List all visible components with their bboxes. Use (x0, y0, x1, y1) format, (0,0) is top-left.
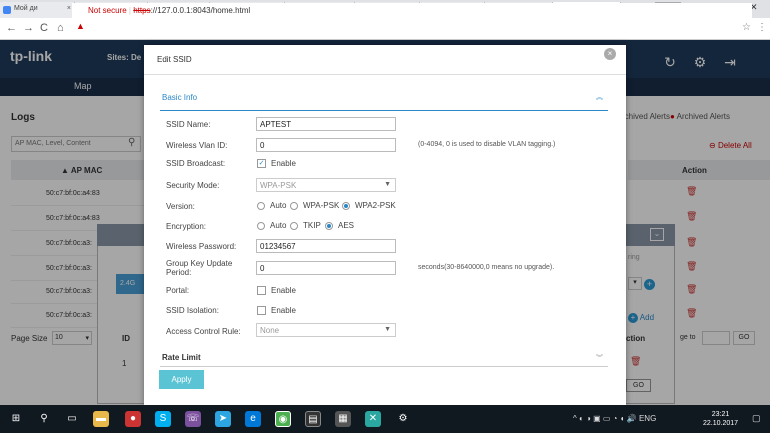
gku-input[interactable]: 0 (256, 261, 396, 275)
acr-select[interactable]: None ▼ (256, 323, 396, 337)
version-auto-radio[interactable] (257, 202, 265, 210)
vlan-input[interactable]: 0 (256, 138, 396, 152)
close-tab-icon[interactable]: × (67, 5, 71, 12)
password-label: Wireless Password: (166, 242, 237, 251)
vlan-hint: (0-4094, 0 is used to disable VLAN taggi… (418, 141, 556, 148)
search-icon[interactable]: ⚲ (36, 411, 52, 427)
isolation-checkbox[interactable] (257, 306, 266, 315)
star-icon[interactable]: ☆ (742, 22, 751, 33)
close-icon[interactable]: × (604, 48, 616, 60)
isolation-label: SSID Isolation: (166, 306, 219, 315)
security-mode-select[interactable]: WPA-PSK ▼ (256, 178, 396, 192)
ssid-name-label: SSID Name: (166, 120, 211, 129)
broadcast-enable-label: Enable (271, 159, 296, 168)
encryption-tkip-label: TKIP (303, 221, 321, 230)
terminal-icon[interactable]: ▤ (305, 411, 321, 427)
clock[interactable]: 23:21 22.10.2017 (703, 410, 738, 428)
portal-enable-label: Enable (271, 286, 296, 295)
warning-icon: ▲ (76, 21, 85, 31)
home-icon[interactable]: ⌂ (57, 22, 64, 34)
task-view-icon[interactable]: ▭ (64, 411, 80, 427)
portal-checkbox[interactable] (257, 286, 266, 295)
url-text: ://127.0.0.1:8043/home.html (150, 6, 251, 15)
chrome-icon[interactable]: ◉ (275, 411, 291, 427)
url-field[interactable]: Not secure | https://127.0.0.1:8043/home… (72, 3, 752, 19)
tab-favicon-icon (3, 6, 11, 14)
app-icon[interactable]: ⚙ (395, 411, 411, 427)
broadcast-checkbox[interactable]: ✓ (257, 159, 266, 168)
password-input[interactable]: 01234567 (256, 239, 396, 253)
version-wpa-psk-label: WPA-PSK (303, 201, 340, 210)
gku-hint: seconds(30-8640000,0 means no upgrade). (418, 264, 555, 271)
windows-start-icon[interactable]: ⊞ (8, 411, 24, 427)
skype-icon[interactable]: S (155, 411, 171, 427)
acr-value: None (260, 326, 280, 335)
section-divider (160, 110, 608, 111)
tab-title: Мой ди (14, 5, 38, 12)
language-indicator[interactable]: ENG (639, 414, 656, 423)
chevron-down-icon[interactable]: ︾ (596, 353, 603, 363)
portal-label: Portal: (166, 286, 190, 295)
chevron-down-icon: ▼ (384, 181, 391, 188)
clock-time: 23:21 (711, 411, 730, 418)
encryption-auto-radio[interactable] (257, 222, 265, 230)
section-basic-info[interactable]: Basic Info (162, 93, 197, 102)
version-wpa-psk-radio[interactable] (290, 202, 298, 210)
encryption-auto-label: Auto (270, 221, 287, 230)
system-tray: ^ ◐ ◑ ▣ ▭ ◔ ◖ 🔊 ENG (573, 414, 657, 423)
dialog-title: Edit SSID (157, 55, 192, 64)
clock-date: 22.10.2017 (703, 420, 739, 427)
encryption-aes-label: AES (338, 221, 355, 230)
forward-icon[interactable]: → (23, 22, 34, 34)
apply-button[interactable]: Apply (159, 370, 204, 389)
section-divider (160, 366, 608, 367)
security-mode-value: WPA-PSK (260, 181, 297, 190)
dialog-divider (144, 74, 626, 75)
encryption-aes-radio[interactable] (325, 222, 333, 230)
version-wpa2-psk-label: WPA2-PSK (355, 201, 396, 210)
security-mode-label: Security Mode: (166, 181, 220, 190)
vlan-label: Wireless Vlan ID: (166, 141, 228, 150)
notifications-icon[interactable]: ▢ (752, 413, 761, 424)
version-label: Version: (166, 202, 195, 211)
app-icon[interactable]: ● (125, 411, 141, 427)
address-bar (0, 18, 770, 40)
edit-ssid-dialog (144, 45, 626, 405)
viber-icon[interactable]: ☏ (185, 411, 201, 427)
gku-label-1: Group Key Update (166, 259, 233, 268)
reload-icon[interactable]: C (40, 22, 48, 34)
not-secure-label: Not secure (88, 6, 127, 15)
broadcast-label: SSID Broadcast: (166, 159, 226, 168)
acr-label: Access Control Rule: (166, 327, 241, 336)
version-auto-label: Auto (270, 201, 287, 210)
version-wpa2-psk-radio[interactable] (342, 202, 350, 210)
browser-tab[interactable]: Мой ди × (0, 2, 75, 18)
url-scheme: https (133, 6, 151, 15)
telegram-icon[interactable]: ➤ (215, 411, 231, 427)
gku-label-2: Period: (166, 268, 192, 277)
tools-icon[interactable]: ✕ (365, 411, 381, 427)
chevron-down-icon: ▼ (384, 326, 391, 333)
chevron-up-icon[interactable]: ︽ (596, 92, 603, 102)
back-icon[interactable]: ← (6, 22, 17, 34)
edge-icon[interactable]: e (245, 411, 261, 427)
encryption-label: Encryption: (166, 222, 207, 231)
menu-icon[interactable]: ⋮ (757, 22, 767, 33)
file-explorer-icon[interactable]: ▬ (93, 411, 109, 427)
app-icon[interactable]: ▦ (335, 411, 351, 427)
ssid-name-input[interactable]: APTEST (256, 117, 396, 131)
section-rate-limit[interactable]: Rate Limit (162, 353, 201, 362)
isolation-enable-label: Enable (271, 306, 296, 315)
encryption-tkip-radio[interactable] (290, 222, 298, 230)
